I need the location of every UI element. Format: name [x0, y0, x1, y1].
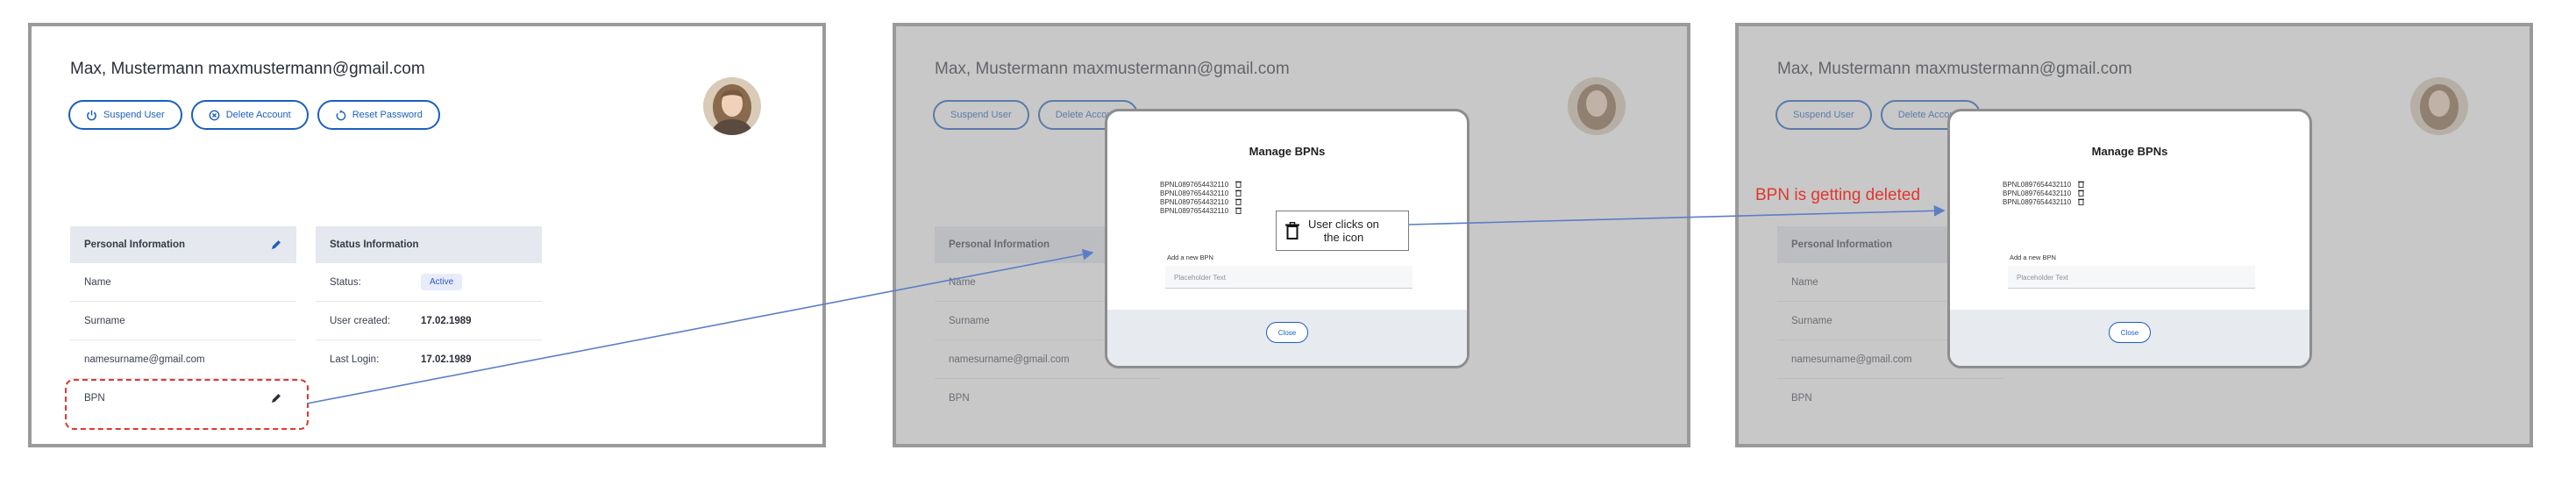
power-icon [86, 110, 97, 121]
bpn-list: BPNL0897654432110 BPNL0897654432110 BPNL… [2003, 180, 2085, 206]
manage-bpns-modal: Manage BPNs BPNL0897654432110 BPNL089765… [1947, 109, 2312, 368]
avatar [703, 77, 761, 135]
status-information-card: Status Information Status: Active User c… [316, 226, 542, 379]
add-bpn-input[interactable]: Placeholder Text [2008, 266, 2255, 289]
pencil-icon[interactable] [270, 392, 282, 404]
add-bpn-label: Add a new BPN [1167, 254, 1213, 261]
trash-icon[interactable] [2078, 189, 2085, 197]
status-label: Status: [330, 276, 361, 288]
status-badge: Active [421, 274, 463, 290]
name-label: Name [84, 276, 111, 288]
user-details-screen: Max, Mustermann maxmustermann@gmail.com … [28, 23, 826, 447]
close-button[interactable]: Close [1266, 322, 1308, 343]
bpn-label: BPN [84, 393, 105, 404]
status-information-header: Status Information [316, 226, 542, 263]
modal-footer: Close [1107, 310, 1467, 366]
add-bpn-input[interactable]: Placeholder Text [1165, 266, 1413, 289]
personal-information-header: Personal Information [70, 226, 296, 263]
bpn-value: BPNL0897654432110 [1160, 197, 1229, 206]
modal-title: Manage BPNs [2091, 145, 2168, 158]
bpn-deleting-label: BPN is getting deleted [1755, 186, 1921, 204]
bpn-item: BPNL0897654432110 [1160, 180, 1242, 189]
login-label: Last Login: [330, 354, 380, 365]
bpn-item: BPNL0897654432110 [1160, 197, 1242, 206]
suspend-user-label: Suspend User [103, 110, 165, 120]
delete-account-button[interactable]: Delete Account [190, 100, 309, 130]
personal-information-title: Personal Information [84, 239, 186, 250]
trash-icon[interactable] [2078, 198, 2085, 205]
email-label: namesurname@gmail.com [84, 354, 205, 365]
user-clicks-callout: User clicks on the icon [1276, 211, 1409, 251]
personal-row-surname: Surname [70, 302, 296, 340]
created-value: 17.02.1989 [421, 315, 472, 326]
personal-row-bpn: BPN [70, 379, 296, 418]
delete-account-label: Delete Account [225, 110, 291, 120]
user-name-email: Max, Mustermann maxmustermann@gmail.com [70, 60, 425, 78]
modal-footer: Close [1950, 310, 2309, 366]
reset-icon [335, 109, 346, 121]
bpn-list: BPNL0897654432110 BPNL0897654432110 BPNL… [1160, 180, 1242, 215]
manage-bpns-screen-after: Max, Mustermann maxmustermann@gmail.com … [1735, 23, 2533, 447]
personal-information-card: Personal Information Name Surname namesu… [70, 226, 296, 418]
action-buttons: Suspend User Delete Account Reset Passwo… [68, 100, 440, 130]
created-row: User created: 17.02.1989 [316, 302, 542, 340]
trash-icon[interactable] [2078, 181, 2085, 188]
trash-icon [1285, 222, 1299, 239]
trash-icon[interactable] [1235, 181, 1242, 188]
bpn-value: BPNL0897654432110 [2003, 180, 2072, 189]
bpn-item: BPNL0897654432110 [1160, 189, 1242, 197]
bpn-item: BPNL0897654432110 [1160, 206, 1242, 215]
close-button[interactable]: Close [2109, 322, 2151, 343]
bpn-value: BPNL0897654432110 [1160, 189, 1229, 197]
trash-icon[interactable] [1235, 207, 1242, 214]
callout-text: User clicks on the icon [1308, 218, 1379, 244]
trash-icon[interactable] [1235, 189, 1242, 197]
surname-label: Surname [84, 315, 125, 326]
callout-line-2: the icon [1323, 231, 1364, 244]
status-information-title: Status Information [330, 239, 419, 250]
personal-row-name: Name [70, 263, 296, 302]
suspend-user-button[interactable]: Suspend User [68, 100, 182, 130]
reset-password-button[interactable]: Reset Password [317, 100, 440, 130]
bpn-value: BPNL0897654432110 [1160, 180, 1229, 189]
login-row: Last Login: 17.02.1989 [316, 340, 542, 379]
created-label: User created: [330, 315, 391, 326]
add-bpn-label: Add a new BPN [2010, 254, 2056, 261]
trash-icon[interactable] [1235, 198, 1242, 205]
bpn-value: BPNL0897654432110 [2003, 197, 2072, 206]
login-value: 17.02.1989 [421, 354, 472, 365]
bpn-value: BPNL0897654432110 [2003, 189, 2072, 197]
bpn-item: BPNL0897654432110 [2003, 197, 2085, 206]
callout-line-1: User clicks on [1308, 218, 1379, 231]
modal-title: Manage BPNs [1249, 145, 1326, 158]
bpn-item: BPNL0897654432110 [2003, 189, 2085, 197]
bpn-value: BPNL0897654432110 [1160, 206, 1229, 215]
personal-row-email: namesurname@gmail.com [70, 340, 296, 379]
status-row: Status: Active [316, 263, 542, 302]
close-circle-icon [209, 110, 220, 121]
reset-password-label: Reset Password [352, 110, 423, 120]
pencil-icon[interactable] [270, 239, 282, 251]
bpn-item: BPNL0897654432110 [2003, 180, 2085, 189]
